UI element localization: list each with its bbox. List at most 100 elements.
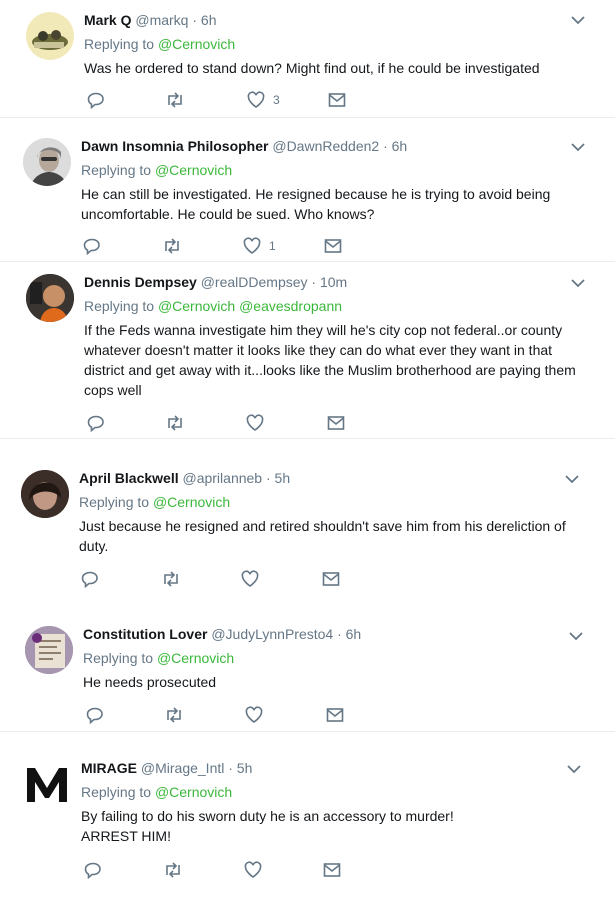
handle[interactable]: @DawnRedden2 [272,138,379,154]
replying-label: Replying to [79,494,150,510]
chevron-down-icon[interactable] [569,631,583,641]
display-name[interactable]: Dawn Insomnia Philosopher [81,138,268,154]
timestamp[interactable]: · 10m [311,274,347,290]
replying-to: Replying to @Cernovich [81,162,232,178]
handle[interactable]: @markq [135,12,188,28]
like-count: 3 [273,93,280,107]
display-name[interactable]: Dennis Dempsey [84,274,197,290]
tweet[interactable]: Mark Q @markq · 6h Replying to @Cernovic… [0,0,615,118]
like-button[interactable] [246,413,264,433]
handle[interactable]: @realDDempsey [201,274,308,290]
dm-button[interactable] [324,236,342,256]
display-name[interactable]: Constitution Lover [83,626,207,642]
replying-to: Replying to @Cernovich [79,494,230,510]
tweet[interactable]: Constitution Lover @JudyLynnPresto4 · 6h… [0,602,615,732]
retweet-icon [168,92,182,108]
mention-link[interactable]: @Cernovich [157,650,234,666]
display-name[interactable]: Mark Q [84,12,131,28]
tweet-text-line: ARREST HIM! [81,828,171,844]
display-name[interactable]: April Blackwell [79,470,179,486]
action-bar [86,705,356,725]
like-button[interactable] [245,705,263,725]
avatar[interactable] [23,138,71,186]
avatar[interactable] [21,470,69,518]
reply-button[interactable] [87,90,105,110]
handle[interactable]: @aprilanneb [182,470,262,486]
like-button[interactable] [244,860,262,880]
tweet-text-line: cops well [84,382,142,398]
dm-button[interactable] [328,90,346,110]
chevron-down-icon[interactable] [571,278,585,288]
replying-label: Replying to [81,784,152,800]
reply-button[interactable] [86,705,104,725]
chevron-down-icon[interactable] [571,142,585,152]
dm-button[interactable] [322,569,340,589]
retweet-icon [166,862,180,878]
like-button[interactable]: 3 [247,90,280,110]
timestamp[interactable]: · 6h [383,138,407,154]
retweet-button[interactable] [164,90,186,110]
timestamp[interactable]: · 6h [337,626,361,642]
dm-button[interactable] [326,705,344,725]
tweet-header: April Blackwell @aprilanneb · 5h [79,470,290,486]
retweet-button[interactable] [161,236,183,256]
timestamp[interactable]: · 5h [228,760,252,776]
reply-icon [87,415,104,432]
tweet[interactable]: MIRAGE @Mirage_Intl · 5h Replying to @Ce… [0,732,615,916]
avatar[interactable] [23,760,71,808]
chevron-down-icon[interactable] [571,15,585,25]
tweet-text-line: uncomfortable. He could be sued. Who kno… [81,206,375,222]
reply-button[interactable] [81,569,99,589]
avatar[interactable] [26,274,74,322]
chevron-down-icon[interactable] [567,764,581,774]
retweet-icon [165,238,179,254]
mention-link[interactable]: @Cernovich @eavesdropann [158,298,342,314]
reply-button[interactable] [84,860,102,880]
tweet[interactable]: April Blackwell @aprilanneb · 5h Replyin… [0,439,615,602]
reply-button[interactable] [87,413,105,433]
handle[interactable]: @JudyLynnPresto4 [211,626,333,642]
replying-to: Replying to @Cernovich @eavesdropann [84,298,342,314]
mention-link[interactable]: @Cernovich [155,784,232,800]
timestamp[interactable]: · 5h [266,470,290,486]
mention-link[interactable]: @Cernovich [153,494,230,510]
retweet-icon [168,415,182,431]
timestamp[interactable]: · 6h [192,12,216,28]
reply-icon [84,862,101,879]
reply-button[interactable] [83,236,101,256]
action-bar: 1 [83,236,353,256]
tweet-text: He needs prosecuted [83,672,593,692]
dm-button[interactable] [323,860,341,880]
mention-link[interactable]: @Cernovich [158,36,235,52]
display-name[interactable]: MIRAGE [81,760,137,776]
tweet-text-line: whatever doesn't matter it looks like th… [84,342,553,358]
like-button[interactable]: 1 [243,236,276,256]
tweet[interactable]: Dawn Insomnia Philosopher @DawnRedden2 ·… [0,118,615,262]
replying-to: Replying to @Cernovich [84,36,235,52]
like-count: 1 [269,239,276,253]
mention-link[interactable]: @Cernovich [155,162,232,178]
tweet-header: Dawn Insomnia Philosopher @DawnRedden2 ·… [81,138,407,154]
avatar-image [32,30,68,50]
retweet-button[interactable] [162,860,184,880]
like-button[interactable] [241,569,259,589]
avatar[interactable] [25,626,73,674]
tweet[interactable]: Dennis Dempsey @realDDempsey · 10m Reply… [0,262,615,439]
chevron-down-icon[interactable] [565,474,579,484]
handle[interactable]: @Mirage_Intl [141,760,224,776]
tweet-text-line: Was he ordered to stand down? Might find… [84,60,540,76]
tweet-text-line: He needs prosecuted [83,674,217,690]
replying-label: Replying to [81,162,152,178]
action-bar [87,413,357,433]
replying-label: Replying to [84,298,155,314]
tweet-text: He can still be investigated. He resigne… [81,184,591,224]
replying-label: Replying to [84,36,155,52]
reply-icon [81,571,98,588]
action-bar [84,860,354,880]
reply-icon [86,707,103,724]
dm-button[interactable] [327,413,345,433]
avatar[interactable] [26,12,74,60]
retweet-button[interactable] [164,413,186,433]
retweet-button[interactable] [163,705,185,725]
retweet-button[interactable] [160,569,182,589]
